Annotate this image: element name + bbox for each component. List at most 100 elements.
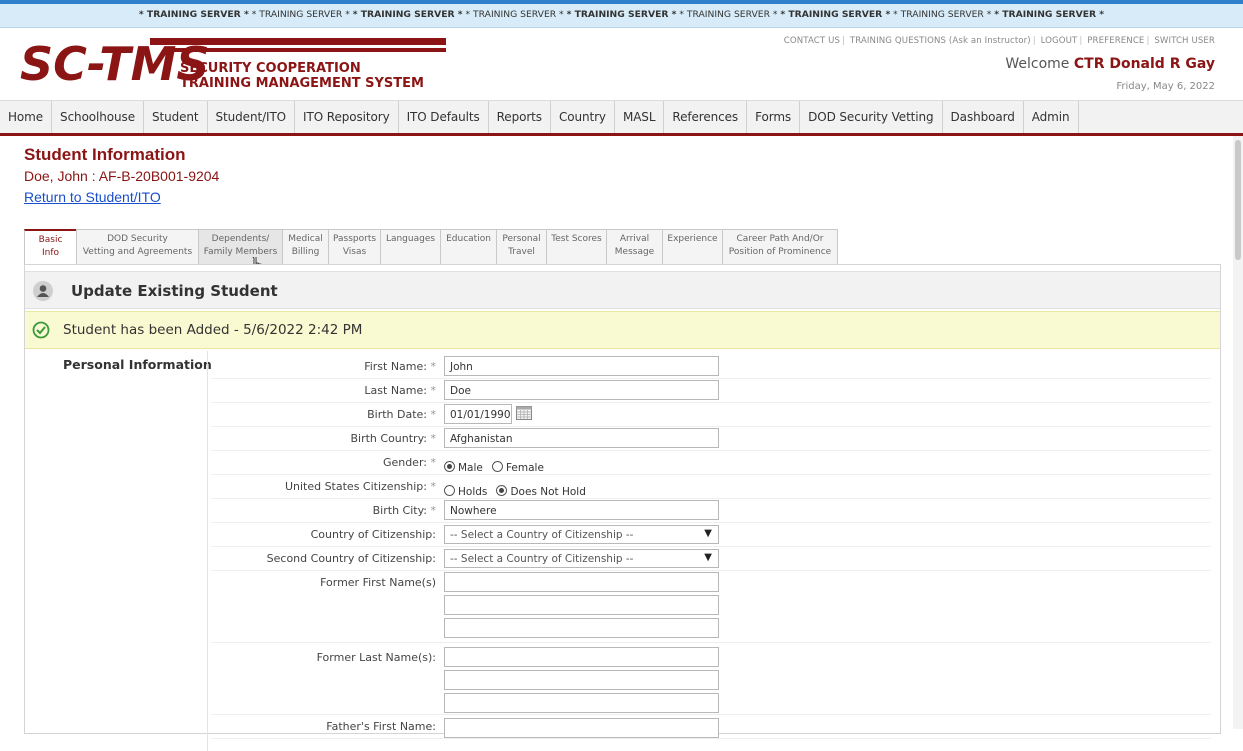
scrollbar-thumb[interactable] <box>1235 140 1241 260</box>
tab-basic-info[interactable]: Basic Info <box>24 229 76 265</box>
tab-experience[interactable]: Experience <box>662 229 722 265</box>
tab-label: Career Path And/Or <box>736 234 824 244</box>
student-identifier: Doe, John : AF-B-20B001-9204 <box>24 168 220 184</box>
tab-passports-visas[interactable]: Passports Visas <box>328 229 380 265</box>
nav-dashboard[interactable]: Dashboard <box>943 101 1024 133</box>
preference-link[interactable]: PREFERENCE <box>1087 36 1144 46</box>
gender-radio-group: Male Female <box>444 456 548 475</box>
nav-masl[interactable]: MASL <box>615 101 665 133</box>
nav-student[interactable]: Student <box>144 101 208 133</box>
form-row-birth-country: Birth Country: * Afghanistan <box>211 427 1211 451</box>
nav-country[interactable]: Country <box>551 101 615 133</box>
tab-label: Message <box>614 247 655 257</box>
former-last-name-input-2[interactable] <box>444 670 719 690</box>
banner-text: * TRAINING SERVER * <box>138 9 249 20</box>
form-row-father-first-name: Father's First Name: <box>211 715 1211 739</box>
form-row-country-of-citizenship: Country of Citizenship: -- Select a Coun… <box>211 523 1211 547</box>
citizenship-does-not-hold-radio[interactable] <box>496 485 508 496</box>
field-label: Birth City: * <box>372 504 436 517</box>
nav-references[interactable]: References <box>664 101 748 133</box>
training-server-banner: * TRAINING SERVER * * TRAINING SERVER * … <box>0 0 1243 28</box>
tab-personal-travel[interactable]: Personal Travel <box>496 229 546 265</box>
tab-label: Arrival <box>619 234 650 244</box>
logo-text-2: TRAINING MANAGEMENT SYSTEM <box>180 76 424 91</box>
field-label: United States Citizenship: * <box>284 480 436 493</box>
radio-label: Male <box>458 462 483 474</box>
nav-student-ito[interactable]: Student/ITO <box>208 101 296 133</box>
birth-country-input[interactable]: Afghanistan <box>444 428 719 448</box>
panel-header: Update Existing Student <box>25 271 1220 309</box>
tab-dod-security-vetting[interactable]: DOD Security Vetting and Agreements <box>76 229 198 265</box>
former-first-name-input-2[interactable] <box>444 595 719 615</box>
tab-test-scores[interactable]: Test Scores <box>546 229 606 265</box>
sctms-logo: SC-TMS SECURITY COOPERATION TRAINING MAN… <box>20 37 446 91</box>
form-row-second-country: Second Country of Citizenship: -- Select… <box>211 547 1211 571</box>
gender-male-radio[interactable] <box>444 461 455 472</box>
tab-label: Dependents/ <box>211 234 270 244</box>
tab-education[interactable]: Education <box>440 229 496 265</box>
banner-text: * TRAINING SERVER * <box>566 9 677 20</box>
nav-ito-repository[interactable]: ITO Repository <box>295 101 399 133</box>
tab-label: Visas <box>342 247 367 257</box>
tab-label: Family Members <box>203 247 278 257</box>
field-label: First Name: * <box>364 360 436 373</box>
tab-label: Passports <box>333 234 377 244</box>
first-name-input[interactable]: John <box>444 356 719 376</box>
birth-date-input[interactable]: 01/01/1990 <box>444 404 512 424</box>
form-row-former-first-names: Former First Name(s) <box>211 571 1211 643</box>
citizenship-radio-group: Holds Does Not Hold <box>444 480 590 499</box>
former-first-name-input-1[interactable] <box>444 572 719 592</box>
tab-languages[interactable]: Languages <box>380 229 440 265</box>
tab-label: Position of Prominence <box>728 247 832 257</box>
tab-arrival-message[interactable]: Arrival Message <box>606 229 662 265</box>
nav-home[interactable]: Home <box>0 101 53 133</box>
check-circle-icon <box>32 321 50 339</box>
logo-text-1: SECURITY COOPERATION <box>180 61 361 76</box>
user-name: CTR Donald R Gay <box>1073 56 1215 72</box>
former-first-name-input-3[interactable] <box>444 618 719 638</box>
nav-ito-defaults[interactable]: ITO Defaults <box>399 101 489 133</box>
nav-forms[interactable]: Forms <box>747 101 801 133</box>
training-questions-link[interactable]: TRAINING QUESTIONS (Ask an Instructor) <box>850 36 1031 46</box>
select-value: -- Select a Country of Citizenship -- <box>450 553 634 565</box>
form-row-former-last-names: Former Last Name(s): <box>211 643 1211 715</box>
banner-text: * TRAINING SERVER * <box>679 9 778 20</box>
current-date: Friday, May 6, 2022 <box>1116 81 1215 92</box>
contact-us-link[interactable]: CONTACT US <box>784 36 840 46</box>
tab-career-path[interactable]: Career Path And/Or Position of Prominence <box>722 229 838 265</box>
last-name-input[interactable]: Doe <box>444 380 719 400</box>
top-links: CONTACT US | TRAINING QUESTIONS (Ask an I… <box>783 36 1215 46</box>
form-row-gender: Gender: * Male Female <box>211 451 1211 475</box>
tab-label: Experience <box>667 234 718 244</box>
citizenship-holds-radio[interactable] <box>444 485 455 496</box>
user-icon <box>33 281 53 301</box>
radio-label: Female <box>505 462 544 474</box>
return-to-student-ito-link[interactable]: Return to Student/ITO <box>24 189 161 205</box>
section-personal-information: Personal Information <box>63 357 212 372</box>
former-last-name-input-1[interactable] <box>444 647 719 667</box>
tab-medical-billing[interactable]: Medical Billing <box>282 229 328 265</box>
gender-female-radio[interactable] <box>491 461 503 472</box>
caret-down-icon: ▼ <box>704 552 712 563</box>
site-header: SC-TMS SECURITY COOPERATION TRAINING MAN… <box>0 28 1243 96</box>
nav-schoolhouse[interactable]: Schoolhouse <box>52 101 144 133</box>
second-country-select[interactable]: -- Select a Country of Citizenship -- ▼ <box>444 549 719 568</box>
banner-text: * TRAINING SERVER * <box>352 9 463 20</box>
former-last-name-input-3[interactable] <box>444 693 719 713</box>
banner-text: * TRAINING SERVER * <box>251 9 350 20</box>
nav-dod-security-vetting[interactable]: DOD Security Vetting <box>800 101 943 133</box>
form-row-us-citizenship: United States Citizenship: * Holds Does … <box>211 475 1211 499</box>
caret-down-icon: ▼ <box>704 528 712 539</box>
welcome-message: Welcome CTR Donald R Gay <box>1005 56 1215 72</box>
nav-reports[interactable]: Reports <box>489 101 551 133</box>
calendar-icon[interactable] <box>516 406 532 420</box>
tab-dependents[interactable]: Dependents/Family Members <box>198 229 282 265</box>
logout-link[interactable]: LOGOUT <box>1041 36 1078 46</box>
switch-user-link[interactable]: SWITCH USER <box>1154 36 1215 46</box>
radio-label: Holds <box>458 486 488 498</box>
father-first-name-input[interactable] <box>444 718 719 738</box>
page-scrollbar[interactable] <box>1233 136 1243 729</box>
nav-admin[interactable]: Admin <box>1024 101 1079 133</box>
country-of-citizenship-select[interactable]: -- Select a Country of Citizenship -- ▼ <box>444 525 719 544</box>
birth-city-input[interactable]: Nowhere <box>444 500 719 520</box>
